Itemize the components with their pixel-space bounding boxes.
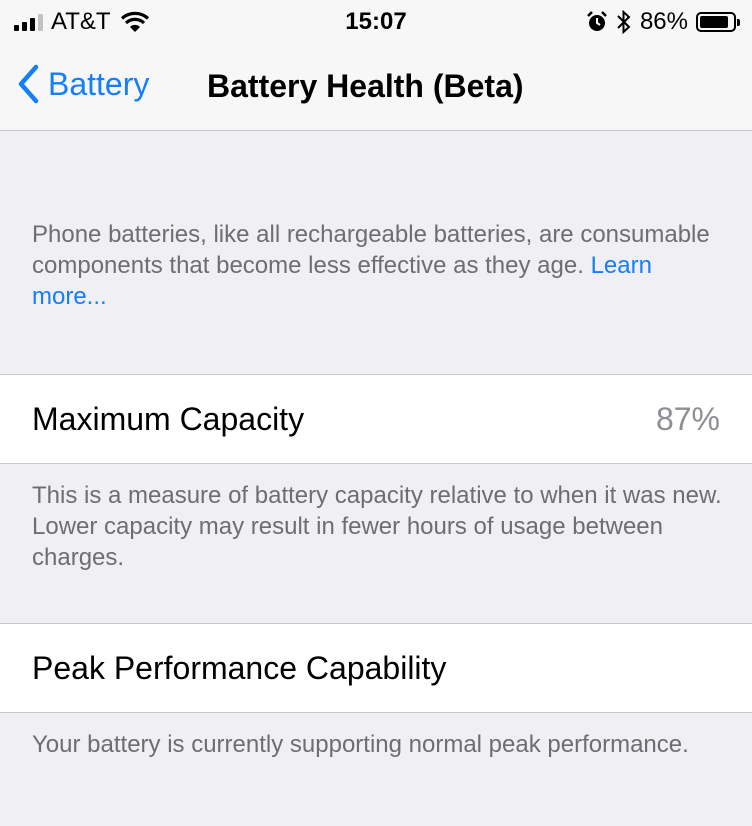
battery-fill bbox=[700, 16, 728, 28]
back-button-label[interactable]: Battery bbox=[48, 66, 149, 103]
bluetooth-icon bbox=[617, 10, 631, 34]
status-right: 86% bbox=[586, 8, 740, 36]
page-title: Battery Health (Beta) bbox=[207, 68, 524, 104]
chevron-left-icon bbox=[18, 64, 39, 104]
battery-percentage: 86% bbox=[639, 8, 688, 35]
peak-performance-label: Peak Performance Capability bbox=[32, 650, 447, 686]
peak-performance-row: Peak Performance Capability bbox=[0, 623, 752, 713]
maximum-capacity-value: 87% bbox=[655, 401, 720, 437]
maximum-capacity-description: This is a measure of battery capacity re… bbox=[32, 482, 722, 571]
navigation-bar: Battery Battery Health (Beta) bbox=[0, 44, 752, 131]
peak-performance-description: Your battery is currently supporting nor… bbox=[32, 731, 689, 758]
battery-icon bbox=[696, 12, 740, 32]
maximum-capacity-row: Maximum Capacity 87% bbox=[0, 374, 752, 464]
back-button[interactable]: Battery bbox=[16, 64, 149, 104]
maximum-capacity-label: Maximum Capacity bbox=[32, 401, 305, 437]
alarm-icon bbox=[587, 11, 607, 31]
intro-text: Phone batteries, like all rechargeable b… bbox=[32, 219, 722, 312]
status-bar: AT&T 15:07 86% bbox=[0, 0, 752, 44]
